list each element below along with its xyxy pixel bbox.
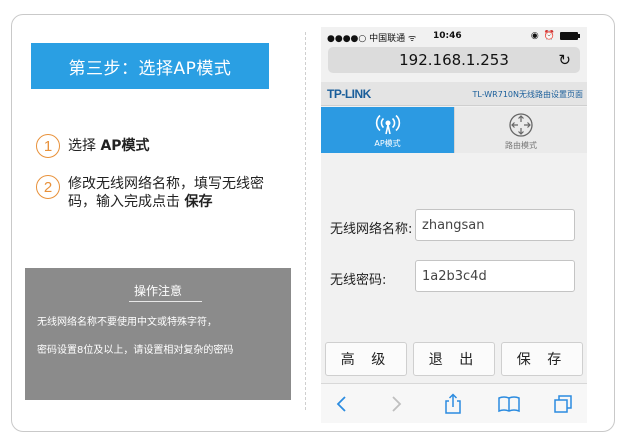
caution-title-underline <box>129 301 202 302</box>
caution-line-1: 无线网络名称不要使用中文或特殊字符， <box>37 317 217 328</box>
step-2-text: 修改无线网络名称，填写无线密码，输入完成点击 保存 <box>68 176 264 210</box>
ssid-label: 无线网络名称: <box>330 222 413 237</box>
step-1: 1 选择 AP模式 <box>36 134 150 158</box>
forward-icon[interactable] <box>385 392 409 416</box>
caution-note: 操作注意 无线网络名称不要使用中文或特殊字符， 密码设置8位及以上，请设置相对复… <box>25 268 291 400</box>
step-2-highlight: 保存 <box>184 194 213 210</box>
tab-ap-mode[interactable]: AP模式 <box>321 107 454 153</box>
share-icon[interactable] <box>441 392 465 416</box>
ssid-input[interactable]: zhangsan <box>415 209 575 241</box>
wifi-icon: ᯤ <box>408 34 417 44</box>
back-icon[interactable] <box>329 392 353 416</box>
status-time: 10:46 <box>433 31 462 41</box>
password-label: 无线密码: <box>330 273 387 288</box>
step-number-2: 2 <box>36 175 60 199</box>
mode-tabs: AP模式 路由模式 <box>321 107 587 153</box>
password-input[interactable]: 1a2b3c4d <box>415 260 575 292</box>
bookmarks-icon[interactable] <box>497 392 521 416</box>
tabs-icon[interactable] <box>551 392 575 416</box>
router-icon <box>509 113 533 137</box>
status-icons: ◉ ⏰ <box>530 31 580 41</box>
url-text: 192.168.1.253 <box>399 51 509 69</box>
exit-button[interactable]: 退 出 <box>413 342 495 376</box>
wireless-ap-icon <box>375 114 400 135</box>
action-buttons: 高 级 退 出 保 存 <box>321 342 587 380</box>
address-bar[interactable]: 192.168.1.253 ↻ <box>328 47 580 73</box>
caution-title: 操作注意 <box>133 284 182 298</box>
tab-router-mode[interactable]: 路由模式 <box>454 107 587 153</box>
reload-icon[interactable]: ↻ <box>558 51 571 69</box>
step-2: 2 修改无线网络名称，填写无线密码，输入完成点击 保存 <box>36 175 276 211</box>
browser-toolbar <box>321 383 587 423</box>
step-1-highlight: AP模式 <box>100 138 150 154</box>
orientation-lock-icon: ◉ <box>530 31 539 41</box>
advanced-button[interactable]: 高 级 <box>325 342 407 376</box>
column-divider <box>305 32 306 410</box>
tab-ap-label: AP模式 <box>374 139 401 148</box>
status-bar: ●●●●○ 中国联通 ᯤ 10:46 ◉ ⏰ <box>321 27 587 45</box>
router-model-title: TL-WR710N无线路由设置页面 <box>472 90 584 99</box>
tplink-logo: TP-LINK <box>327 87 371 101</box>
alarm-icon: ⏰ <box>543 31 555 41</box>
tab-router-label: 路由模式 <box>505 141 537 150</box>
step-number-1: 1 <box>36 134 60 158</box>
carrier-signal: ●●●●○ 中国联通 ᯤ <box>327 34 417 44</box>
save-button[interactable]: 保 存 <box>501 342 583 376</box>
step-banner: 第三步：选择AP模式 <box>31 43 269 89</box>
battery-icon <box>560 32 580 40</box>
router-header: TP-LINK TL-WR710N无线路由设置页面 <box>321 82 587 106</box>
caution-line-2: 密码设置8位及以上，请设置相对复杂的密码 <box>37 345 234 356</box>
step-1-text: 选择 AP模式 <box>68 138 150 154</box>
settings-form: 无线网络名称: zhangsan 无线密码: 1a2b3c4d <box>321 154 587 354</box>
phone-screen: ●●●●○ 中国联通 ᯤ 10:46 ◉ ⏰ 192.168.1.253 ↻ T… <box>321 27 587 423</box>
